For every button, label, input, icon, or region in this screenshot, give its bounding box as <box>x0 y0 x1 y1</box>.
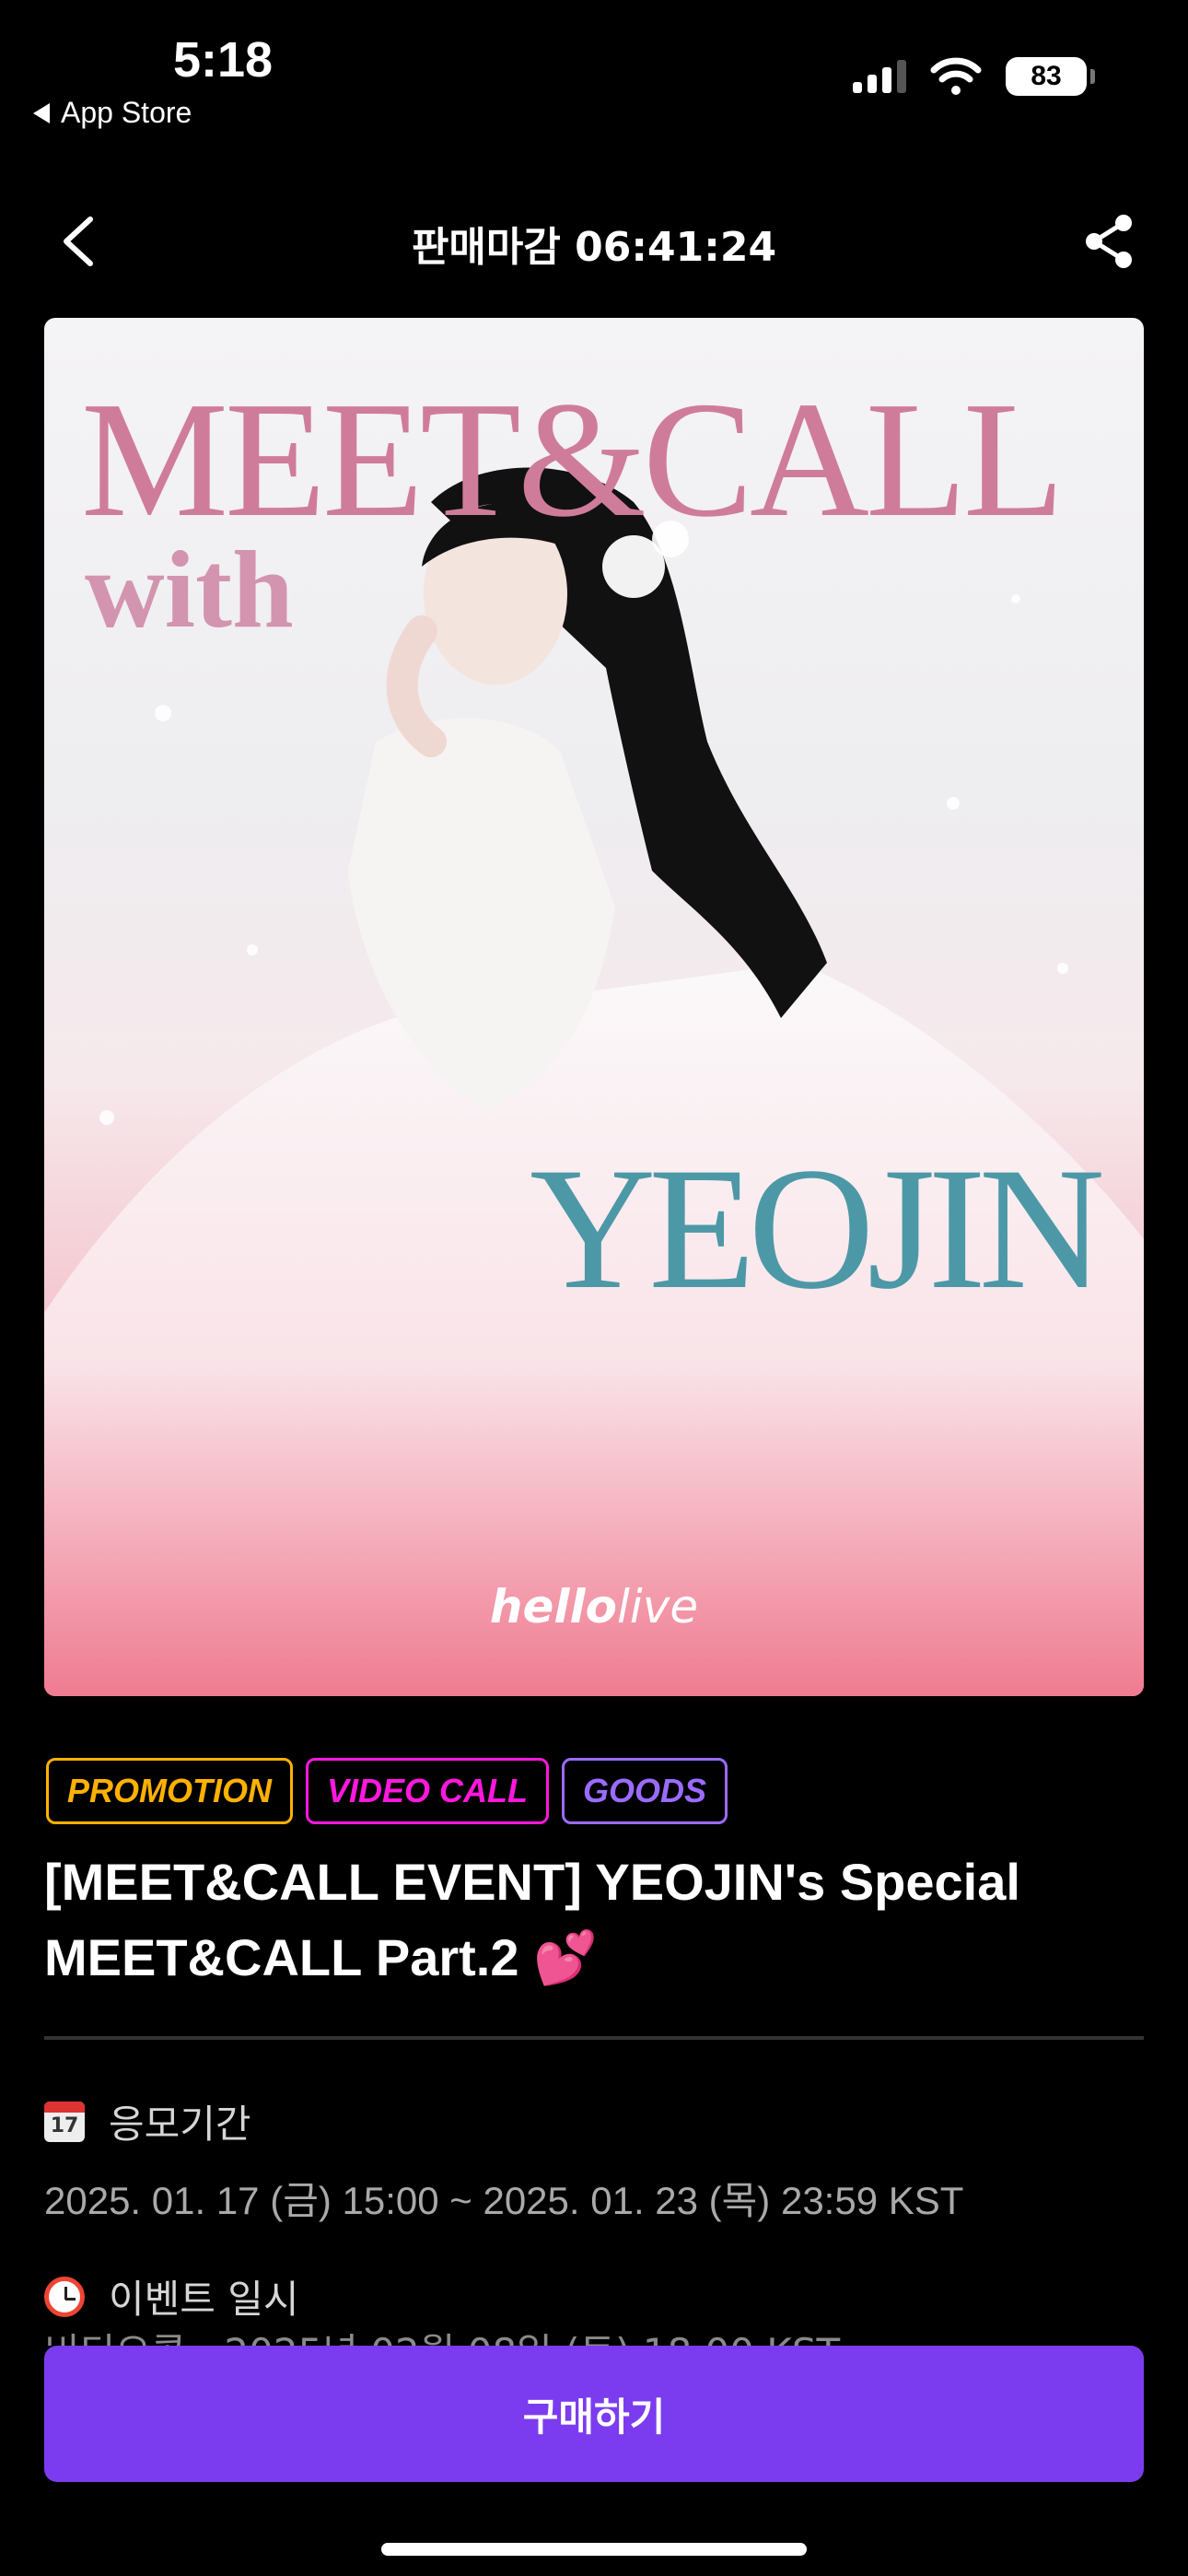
event-poster-image: MEET&CALL with YEOJIN hellolive <box>44 318 1144 1696</box>
sale-deadline-title: 판매마감 06:41:24 <box>411 224 777 271</box>
tag-goods: GOODS <box>562 1758 728 1824</box>
battery-icon: 83 <box>1006 57 1095 96</box>
status-time: 5:18 <box>173 32 274 88</box>
divider <box>44 2036 1144 2040</box>
product-title: [MEET&CALL EVENT] YEOJIN's Special MEET&… <box>44 1844 1140 1996</box>
logo-text-bold: hello <box>489 1580 617 1633</box>
calendar-icon: 17 <box>44 2101 85 2142</box>
poster-subtitle: with <box>85 528 294 650</box>
application-period-value: 2025. 01. 17 (금) 15:00 ~ 2025. 01. 23 (목… <box>44 2179 964 2222</box>
back-triangle-icon <box>33 102 50 123</box>
hellolive-logo: hellolive <box>44 1580 1144 1633</box>
application-period: 17 응모기간 2025. 01. 17 (금) 15:00 ~ 2025. 0… <box>44 2093 963 2226</box>
wifi-icon <box>930 57 982 95</box>
event-date: 이벤트 일시 <box>44 2268 299 2324</box>
tag-video-call: VIDEO CALL <box>306 1758 550 1824</box>
battery-level: 83 <box>1031 61 1062 91</box>
alarm-clock-icon <box>44 2276 85 2317</box>
poster-artist-name: YEOJIN <box>530 1132 1105 1326</box>
event-date-label: 이벤트 일시 <box>109 2277 299 2322</box>
category-tags: PROMOTION VIDEO CALL GOODS <box>46 1758 728 1824</box>
home-indicator[interactable] <box>381 2543 807 2556</box>
back-to-app-store[interactable]: App Store <box>33 96 192 130</box>
logo-text-light: live <box>617 1580 699 1633</box>
two-hearts-icon: 💕 <box>533 1928 598 1986</box>
application-period-label: 응모기간 <box>109 2102 251 2147</box>
status-indicators: 83 <box>853 57 1095 96</box>
buy-button[interactable]: 구매하기 <box>44 2346 1144 2482</box>
tag-promotion: PROMOTION <box>46 1758 293 1824</box>
event-date-value-clipped: 비디오콜 : 2025년 02월 08일 (토) 18:00 KST <box>44 2322 1140 2346</box>
back-app-label: App Store <box>61 96 192 129</box>
product-title-text: [MEET&CALL EVENT] YEOJIN's Special MEET&… <box>44 1853 1020 1986</box>
share-icon[interactable] <box>1081 212 1136 271</box>
cellular-signal-icon <box>853 60 906 93</box>
